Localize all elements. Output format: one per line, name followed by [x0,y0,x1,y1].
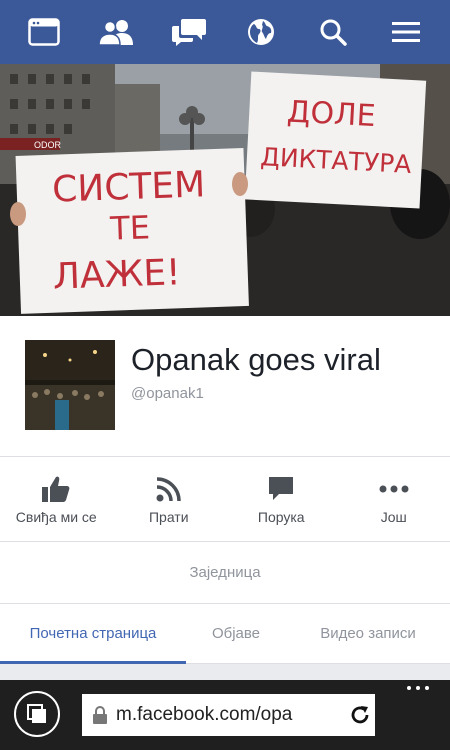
right-sign-line-1: ДОЛЕ [286,94,376,134]
lock-icon [93,706,107,724]
more-dot [425,686,429,690]
url-text: m.facebook.com/opa [116,704,293,725]
more-dot [416,686,420,690]
page-title: Opanak goes viral [131,342,381,377]
tab-home[interactable]: Почетна страница [0,604,186,664]
search-icon[interactable] [311,10,355,54]
profile-picture[interactable] [25,340,115,430]
page-profile-section: Opanak goes viral @opanak1 [0,316,450,456]
left-sign-line-3: ЛАЖЕ! [52,252,181,297]
page-tabs: Почетна страница Објаве Видео записи [0,604,450,664]
message-bubble-icon [267,473,295,505]
browser-more-button[interactable] [398,686,438,706]
more-dots-icon [379,473,409,505]
left-sign-line-2: ТЕ [109,208,151,247]
like-button[interactable]: Свиђа ми се [0,457,113,541]
refresh-button[interactable] [345,704,375,726]
menu-icon[interactable] [384,10,428,54]
more-label: Још [380,509,407,525]
notifications-globe-icon[interactable] [239,10,283,54]
tabs-icon [27,704,46,723]
tab-videos[interactable]: Видео записи [286,604,450,663]
follow-button[interactable]: Прати [113,457,226,541]
storefront-sign: ODOR [34,140,62,150]
top-nav-bar [0,0,450,64]
cover-photo[interactable]: ODOR СИСТЕМ ТЕ ЛАЖЕ! ДОЛЕ ДИКТАТУРА [0,64,450,316]
rss-icon [156,473,182,505]
tab-posts[interactable]: Објаве [186,604,286,663]
message-label: Порука [257,509,305,525]
page-action-bar: Свиђа ми се Прати Порука Још [0,456,450,542]
left-sign-line-1: СИСТЕМ [52,164,206,210]
more-button[interactable]: Још [338,457,450,541]
thumbs-up-icon [41,473,71,505]
news-feed-icon[interactable] [22,10,66,54]
refresh-icon [351,706,369,724]
page-username: @opanak1 [131,385,204,402]
browser-toolbar: m.facebook.com/opa [0,680,450,750]
friends-icon[interactable] [94,10,138,54]
address-bar[interactable]: m.facebook.com/opa [82,694,375,736]
more-dot [407,686,411,690]
messages-icon[interactable] [167,10,211,54]
message-button[interactable]: Порука [225,457,338,541]
community-link[interactable]: Заједница [0,542,450,604]
content-divider [0,664,450,680]
like-label: Свиђа ми се [15,509,97,525]
follow-label: Прати [148,509,189,525]
browser-tabs-button[interactable] [14,691,60,737]
